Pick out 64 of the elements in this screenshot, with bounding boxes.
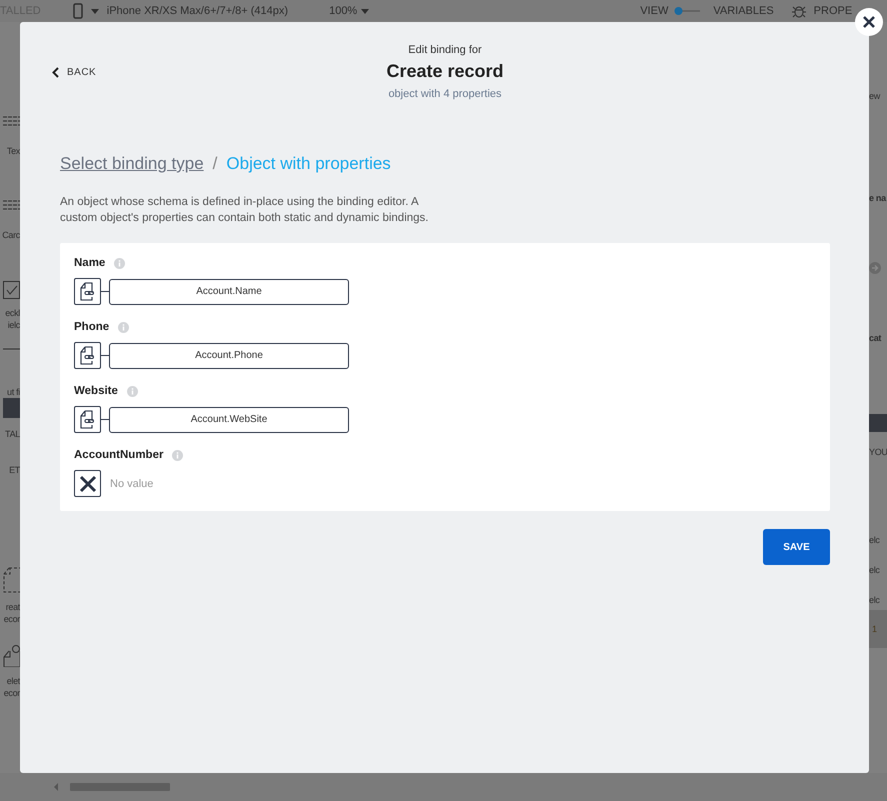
panel-label: Tex (6, 145, 20, 157)
panel-label: elc (869, 594, 880, 606)
text-lines-icon (3, 115, 20, 127)
panel-title: PROPE (814, 5, 852, 17)
chevron-left-icon (52, 66, 59, 78)
panel-label: ecor (4, 613, 20, 625)
phone-icon[interactable] (72, 3, 83, 19)
binding-value-field[interactable]: Account.Phone (109, 342, 349, 368)
property-label: AccountNumber (74, 449, 164, 461)
binding-description: An object whose schema is defined in-place using the binding editor. A custom object's properties can contain both static and dynamic bindings. (60, 195, 430, 226)
panel-label: Carc (2, 229, 20, 241)
view-label: VIEW (640, 5, 668, 17)
checkbox-icon (3, 281, 20, 299)
table-row[interactable]: 1 (869, 610, 887, 648)
text-lines-icon (3, 199, 20, 211)
section-label: YOU (869, 446, 887, 458)
binding-type-button[interactable] (74, 406, 101, 433)
zoom-selector[interactable]: 100% (329, 5, 358, 17)
breadcrumb-link[interactable]: Object with properties (226, 154, 391, 174)
binding-value-field[interactable]: Account.WebSite (109, 406, 349, 432)
save-button[interactable]: SAVE (763, 529, 830, 565)
panel-label: ecor (4, 687, 20, 699)
caret-icon[interactable] (90, 8, 99, 14)
property-label: Phone (74, 321, 110, 333)
panel-label: ew (869, 90, 880, 102)
caret-icon[interactable] (361, 8, 370, 14)
document-icon (3, 567, 20, 593)
cross-icon (78, 474, 96, 492)
empty-value-label: No value (110, 478, 154, 490)
property-summary: object with 4 properties (388, 88, 502, 100)
panel-label: eckl (5, 307, 20, 319)
variables-label[interactable]: VARIABLES (713, 5, 774, 17)
linked-document-icon (79, 410, 96, 429)
binding-value-field[interactable]: Account.Name (109, 278, 349, 304)
back-button[interactable]: BACK (46, 66, 180, 78)
panel-label: ielc (8, 319, 20, 331)
input-line-icon (3, 348, 20, 350)
highlight-bar (869, 414, 887, 432)
horizontal-scrollbar[interactable] (52, 782, 172, 792)
dialog-title: Create record (386, 61, 504, 82)
binding-type-button[interactable] (74, 278, 101, 305)
breadcrumb-link[interactable]: Select binding type (60, 154, 204, 174)
panel-label: elc (869, 534, 880, 546)
property-label: Website (74, 385, 118, 397)
panel-label: elet (6, 675, 20, 687)
panel-label: ut fi (6, 386, 20, 398)
document-delete-icon (3, 645, 20, 667)
panel-label: reat (6, 601, 20, 613)
binding-type-button[interactable] (74, 470, 101, 497)
close-icon (863, 16, 875, 28)
panel-label: ET (9, 464, 20, 476)
bug-icon[interactable] (792, 4, 806, 18)
panel-label: TAL (5, 428, 20, 440)
linked-document-icon (79, 346, 96, 365)
binding-type-button[interactable] (74, 342, 101, 369)
property-label: Name (74, 257, 106, 269)
dialog-subtitle: Edit binding for (408, 44, 482, 56)
linked-document-icon (79, 282, 96, 301)
panel-label: elc (869, 564, 880, 576)
breadcrumb-separator: / (212, 154, 218, 174)
device-selector[interactable]: iPhone XR/XS Max/6+/7+/8+ (414px) (106, 5, 288, 17)
panel-label: cat (869, 332, 882, 344)
highlight-bar (3, 398, 20, 418)
panel-label: e na (869, 192, 886, 204)
